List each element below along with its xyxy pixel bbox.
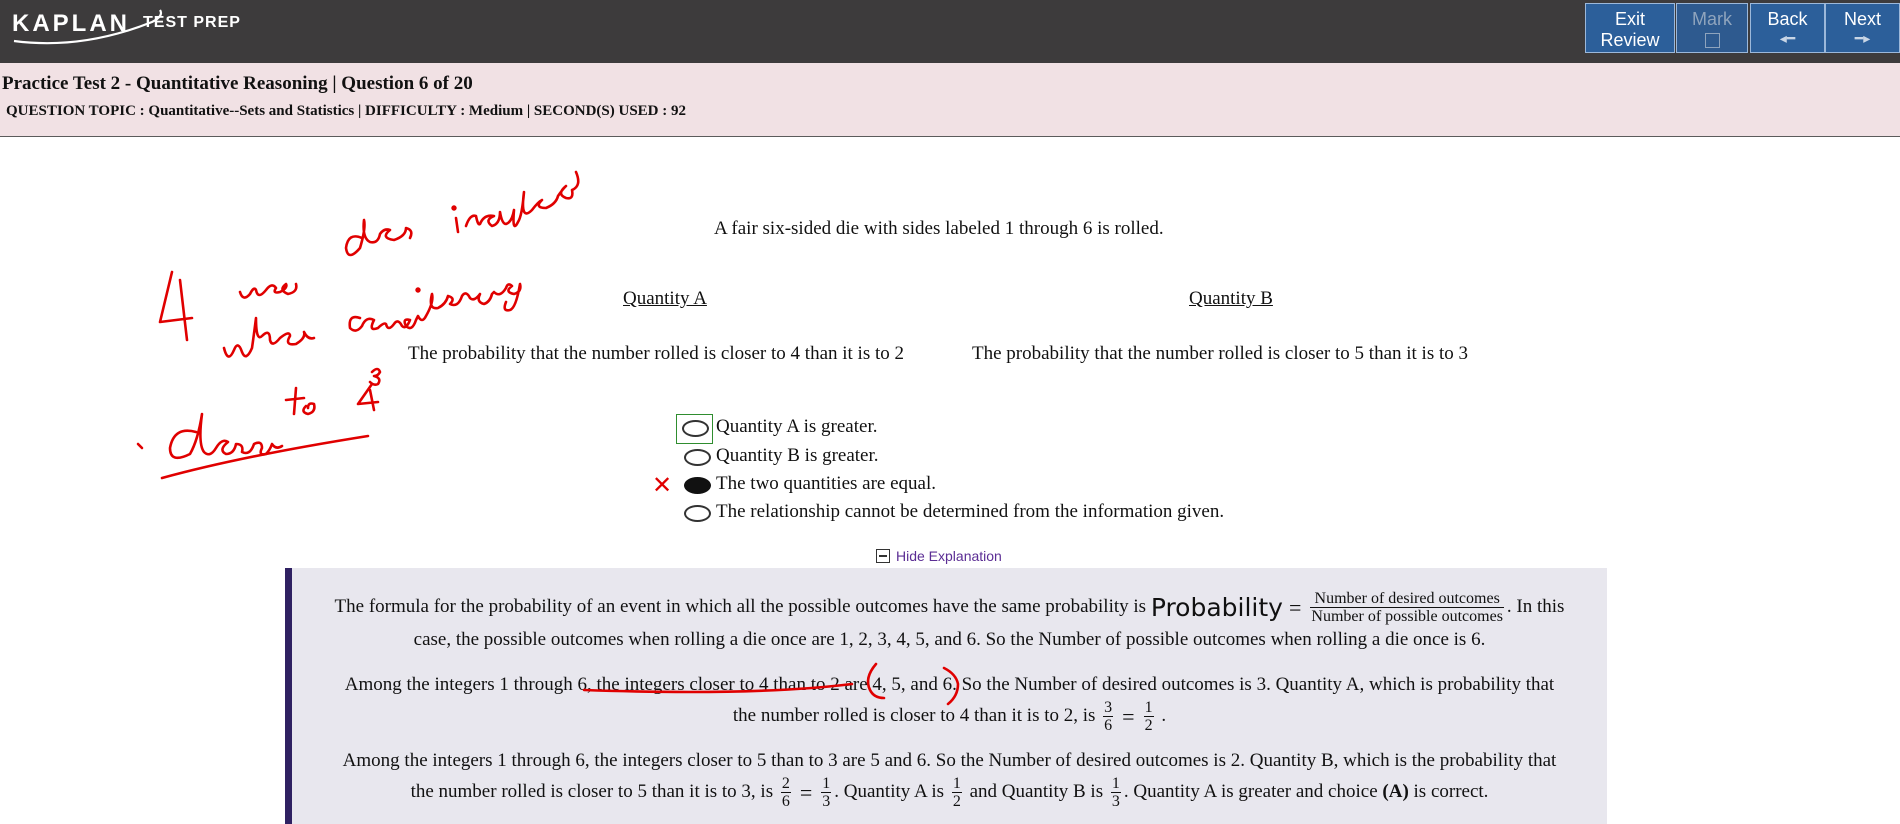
mark-button[interactable]: Mark	[1676, 3, 1748, 53]
fraction: 12	[951, 775, 962, 810]
fraction-numerator: 3	[1103, 699, 1114, 717]
explanation-text: The formula for the probability of an ev…	[334, 595, 1147, 617]
correct-choice-label: (A)	[1382, 780, 1409, 802]
fraction: 12	[1143, 699, 1154, 734]
fraction-numerator: 1	[821, 775, 832, 793]
quantity-b-text: The probability that the number rolled i…	[972, 343, 1469, 364]
radio-choice-d[interactable]	[684, 505, 711, 522]
equals-sign: =	[799, 780, 813, 805]
mark-checkbox-icon	[1704, 33, 1720, 48]
question-meta: QUESTION TOPIC : Quantitative--Sets and …	[6, 103, 687, 119]
kaplan-logo: KAPLAN TEST PREP	[12, 8, 242, 48]
next-label: Next	[1843, 9, 1881, 29]
page-title: Practice Test 2 - Quantitative Reasoning…	[2, 73, 473, 94]
quantity-a-text: The probability that the number rolled i…	[408, 343, 905, 364]
explanation-text: . Quantity A is	[834, 780, 945, 802]
fraction-denominator: 3	[1111, 793, 1120, 810]
hide-explanation-label: Hide Explanation	[896, 548, 1002, 564]
fraction-denominator: 6	[781, 793, 790, 810]
explanation-text: . Quantity A is greater and choice	[1123, 780, 1378, 802]
explanation-text: the number rolled is closer to 4 than it…	[732, 704, 1096, 726]
exit-review-button[interactable]: Exit Review	[1585, 3, 1675, 53]
exit-review-label-2: Review	[1600, 30, 1660, 50]
question-stem: A fair six-sided die with sides labeled …	[714, 218, 1164, 239]
explanation-text: is correct.	[1413, 780, 1489, 802]
fraction-numerator: Number of desired outcomes	[1310, 590, 1504, 608]
explanation-text: and Quantity B is	[969, 780, 1104, 802]
back-button[interactable]: Back ◂━	[1750, 3, 1825, 53]
fraction-numerator: 1	[1110, 775, 1121, 793]
back-label: Back	[1767, 9, 1808, 29]
fraction-denominator: 6	[1104, 717, 1113, 734]
next-arrow-icon: ━▸	[1854, 30, 1871, 46]
logo-subtitle: TEST PREP	[143, 14, 241, 31]
explanation-paragraph-1: The formula for the probability of an ev…	[292, 590, 1607, 654]
explanation-text: .	[1161, 704, 1167, 726]
fraction-denominator: 2	[952, 793, 961, 810]
explanation-panel: The formula for the probability of an ev…	[285, 568, 1607, 824]
explanation-text: Among the integers 1 through 6, the inte…	[342, 750, 1557, 771]
probability-word: Probability	[1150, 593, 1283, 622]
explanation-text: case, the possible outcomes when rolling…	[413, 629, 1486, 650]
choice-c-label: The two quantities are equal.	[716, 473, 937, 494]
collapse-icon	[876, 549, 890, 563]
equals-sign: =	[1122, 704, 1135, 729]
hide-explanation-link[interactable]: Hide Explanation	[876, 548, 1002, 564]
fraction-denominator: 3	[822, 793, 831, 810]
fraction-numerator: 1	[1143, 699, 1154, 717]
radio-choice-b[interactable]	[684, 449, 711, 466]
fraction-numerator: 1	[951, 775, 962, 793]
logo-brand: KAPLAN	[12, 10, 130, 37]
explanation-text: Among the integers 1 through 6, the inte…	[344, 674, 1555, 695]
explanation-paragraph-3: Among the integers 1 through 6, the inte…	[292, 746, 1607, 810]
radio-choice-c[interactable]	[684, 477, 711, 494]
mark-label: Mark	[1692, 9, 1732, 29]
exit-review-label-1: Exit	[1614, 9, 1645, 29]
fraction-numerator: 2	[780, 775, 791, 793]
radio-choice-a[interactable]	[682, 420, 709, 437]
fraction: 13	[821, 775, 832, 810]
incorrect-x-icon: ✕	[652, 472, 673, 499]
quantity-a-heading: Quantity A	[623, 288, 707, 309]
next-button[interactable]: Next ━▸	[1825, 3, 1900, 53]
explanation-paragraph-2: Among the integers 1 through 6, the inte…	[292, 670, 1607, 734]
equals-sign: =	[1288, 595, 1302, 620]
explanation-text: . In this	[1506, 595, 1565, 617]
top-bar: KAPLAN TEST PREP Exit Review Mark Back ◂…	[0, 0, 1900, 63]
fraction: 13	[1110, 775, 1121, 810]
question-header: Practice Test 2 - Quantitative Reasoning…	[0, 63, 1900, 137]
choice-b-label: Quantity B is greater.	[716, 445, 879, 466]
choice-d-label: The relationship cannot be determined fr…	[716, 501, 1225, 522]
explanation-text: the number rolled is closer to 5 than it…	[410, 780, 774, 802]
fraction: Number of desired outcomes Number of poss…	[1310, 590, 1504, 625]
quantity-b-heading: Quantity B	[1189, 288, 1273, 309]
fraction: 36	[1103, 699, 1114, 734]
fraction: 26	[780, 775, 791, 810]
back-arrow-icon: ◂━	[1779, 30, 1796, 46]
fraction-denominator: Number of possible outcomes	[1311, 608, 1503, 625]
choice-a-label: Quantity A is greater.	[716, 416, 878, 437]
fraction-denominator: 2	[1144, 717, 1153, 734]
